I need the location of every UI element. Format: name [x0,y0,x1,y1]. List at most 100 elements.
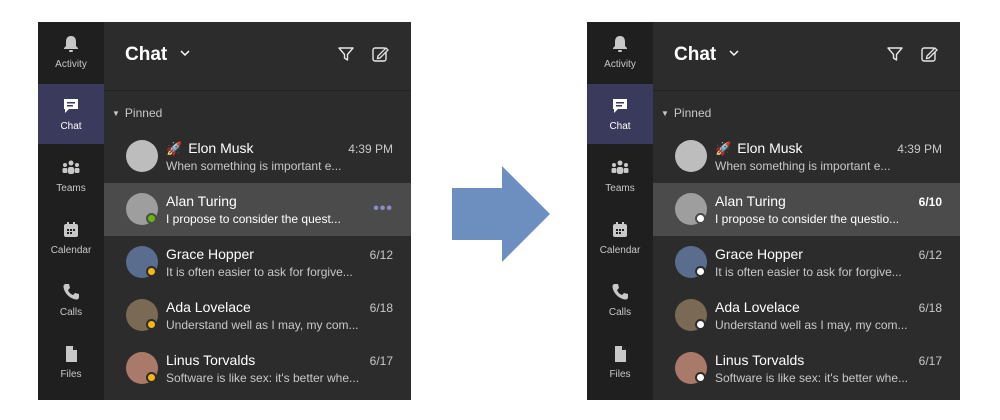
chevron-down-icon[interactable] [179,47,191,59]
nav-item-label: Teams [605,183,635,194]
calendar-icon [613,222,627,237]
chat-list-item[interactable]: Ada Lovelace 6/18 Understand well as I may… [653,289,960,342]
chat-header: Chat [653,22,960,91]
chat-preview: When something is important e... [715,159,891,173]
more-options-icon[interactable]: ••• [373,200,393,218]
chat-name: 🚀 Elon Musk [715,140,803,157]
chevron-down-icon[interactable] [728,47,740,59]
chat-timestamp: 6/17 [918,354,942,368]
caret-down-icon: ▼ [112,109,120,118]
page-title: Chat [674,44,717,65]
rocket-icon: 🚀 [715,141,732,156]
chat-list-item[interactable]: Alan Turing ••• I propose to consider the … [104,183,411,236]
chat-list-item[interactable]: Ada Lovelace 6/18 Understand well as I may… [104,289,411,342]
chat-list-pane: Chat ▼ Pinned 🚀 Elon Musk 4:39 PM When somet… [653,22,960,400]
chat-name: 🚀 Elon Musk [166,140,254,157]
presence-offline-icon [695,266,706,277]
chat-name-text: Linus Torvalds [166,352,256,368]
presence-away-icon [146,266,157,277]
chat-list-item[interactable]: 🚀 Elon Musk 4:39 PM When something is impor… [104,130,411,183]
chat-list-item[interactable]: Alan Turing 6/10 I propose to consider the… [653,183,960,236]
chat-timestamp: 6/10 [918,195,942,209]
chat-list-item[interactable]: Grace Hopper 6/12 It is often easier to as… [653,236,960,289]
chat-list-item[interactable]: 🚀 Elon Musk 4:39 PM When something is impor… [653,130,960,183]
nav-item-label: Calendar [50,245,92,256]
chat-name: Linus Torvalds [166,352,255,368]
chat-name-text: Ada Lovelace [166,299,251,315]
calendar-icon [64,222,78,237]
presence-offline-icon [695,213,706,224]
pinned-label: Pinned [124,106,163,120]
presence-available-icon [146,213,157,224]
chat-preview: I propose to consider the quest... [166,212,341,226]
pinned-section-header[interactable]: ▼ Pinned [112,106,162,120]
chat-list-item[interactable]: Linus Torvalds 6/17 Software is like sex: … [653,342,960,395]
chat-list-item[interactable]: Grace Hopper 6/12 It is often easier to as… [104,236,411,289]
nav-item-activity[interactable]: Activity [38,22,104,82]
avatar [126,140,158,172]
nav-item-files[interactable]: Files [587,332,653,392]
chat-name-text: Grace Hopper [166,246,254,262]
nav-item-files[interactable]: Files [38,332,104,392]
nav-item-activity[interactable]: Activity [587,22,653,82]
nav-item-calls[interactable]: Calls [587,270,653,330]
chat-name-text: Alan Turing [715,193,786,209]
nav-item-chat[interactable]: Chat [587,84,653,144]
bell-icon [613,36,627,52]
chat-name: Ada Lovelace [166,299,251,315]
nav-item-calendar[interactable]: Calendar [38,208,104,268]
app-bar: Activity Chat Teams Calendar Calls Files [587,22,653,400]
presence-offline-icon [695,372,706,383]
chat-preview: It is often easier to ask for forgive... [715,265,902,279]
chat-preview: Understand well as I may, my com... [715,318,908,332]
chat-timestamp: 6/18 [369,301,393,315]
nav-item-label: Activity [55,59,87,70]
nav-item-teams[interactable]: Teams [587,146,653,206]
chat-name: Grace Hopper [715,246,803,262]
filter-icon[interactable] [885,44,905,64]
chat-preview: Software is like sex: it's better whe... [166,371,360,385]
presence-offline-icon [695,319,706,330]
chat-name: Linus Torvalds [715,352,804,368]
teams-icon [611,160,629,174]
nav-item-calls[interactable]: Calls [38,270,104,330]
chat-name: Ada Lovelace [715,299,800,315]
filter-icon[interactable] [336,44,356,64]
nav-item-teams[interactable]: Teams [38,146,104,206]
chat-list-item[interactable]: Linus Torvalds 6/17 Software is like sex: … [104,342,411,395]
arrow-right-icon [452,166,550,262]
chat-name-text: Grace Hopper [715,246,803,262]
chat-preview: Understand well as I may, my com... [166,318,359,332]
phone-icon [612,284,628,300]
pinned-section-header[interactable]: ▼ Pinned [661,106,711,120]
caret-down-icon: ▼ [661,109,669,118]
chat-name-text: Alan Turing [166,193,237,209]
nav-item-label: Teams [56,183,86,194]
nav-item-label: Files [609,369,631,380]
nav-item-calendar[interactable]: Calendar [587,208,653,268]
file-icon [66,346,77,362]
chat-icon [64,99,78,113]
pinned-label: Pinned [673,106,712,120]
nav-item-label: Activity [604,59,636,70]
compose-icon[interactable] [919,44,939,64]
nav-item-label: Files [60,369,82,380]
phone-icon [63,284,79,300]
chat-name-text: Ada Lovelace [715,299,800,315]
nav-item-chat[interactable]: Chat [38,84,104,144]
presence-away-icon [146,372,157,383]
chat-timestamp: 6/18 [918,301,942,315]
chat-timestamp: 6/12 [369,248,393,262]
teams-chat-panel-before: Activity Chat Teams Calendar Calls Files Chat… [38,22,411,400]
chat-name: Grace Hopper [166,246,254,262]
chat-header: Chat [104,22,411,91]
file-icon [615,346,626,362]
chat-timestamp: 6/12 [918,248,942,262]
nav-item-label: Chat [609,121,631,132]
chat-name: Alan Turing [715,193,786,209]
chat-preview: It is often easier to ask for forgive... [166,265,353,279]
avatar [675,140,707,172]
rocket-icon: 🚀 [166,141,183,156]
chat-name-text: Linus Torvalds [715,352,805,368]
compose-icon[interactable] [370,44,390,64]
